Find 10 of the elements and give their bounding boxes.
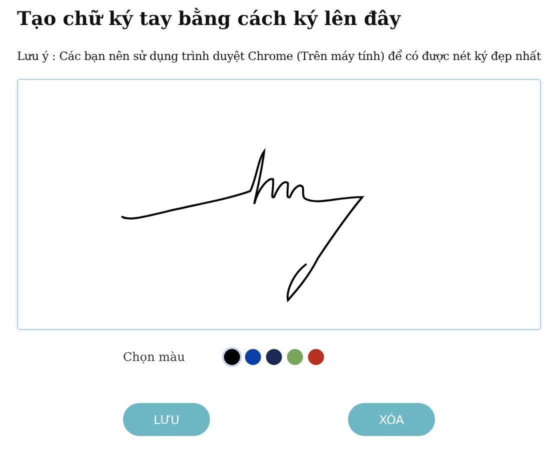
color-swatch[interactable] xyxy=(224,349,240,365)
color-swatch[interactable] xyxy=(308,349,324,365)
color-swatch[interactable] xyxy=(245,349,261,365)
save-button[interactable]: LƯU xyxy=(123,403,210,436)
color-swatch[interactable] xyxy=(287,349,303,365)
note-text: Lưu ý : Các bạn nên sử dụng trình duyệt Chrome (Trên máy tính) để có được nét ký đẹp nhất xyxy=(17,48,542,64)
page-title: Tạo chữ ký tay bằng cách ký lên đây xyxy=(17,6,402,32)
color-swatch[interactable] xyxy=(266,349,282,365)
clear-button[interactable]: XÓA xyxy=(348,403,435,436)
color-label: Chọn màu xyxy=(123,350,186,364)
